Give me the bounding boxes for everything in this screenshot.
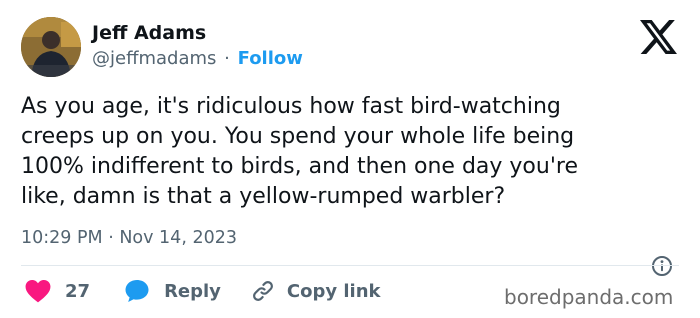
copy-link-label: Copy link bbox=[286, 280, 381, 302]
author-meta: @jeffmadams · Follow bbox=[92, 48, 303, 69]
reply-button[interactable]: Reply bbox=[124, 279, 221, 303]
author-handle[interactable]: @jeffmadams bbox=[92, 48, 216, 69]
speech-bubble-icon bbox=[125, 280, 149, 302]
author-name[interactable]: Jeff Adams bbox=[92, 22, 206, 44]
reply-label: Reply bbox=[164, 280, 221, 302]
separator-dot: · bbox=[224, 48, 230, 69]
avatar[interactable] bbox=[21, 17, 81, 77]
copy-link-button[interactable]: Copy link bbox=[251, 279, 381, 303]
divider bbox=[21, 265, 679, 266]
like-button[interactable]: 27 bbox=[21, 279, 90, 303]
action-bar: 27 Reply Copy link bbox=[21, 278, 381, 304]
x-logo-icon[interactable] bbox=[640, 20, 677, 54]
tweet-text: As you age, it's ridiculous how fast bir… bbox=[21, 94, 578, 209]
avatar-image bbox=[21, 17, 81, 77]
info-icon[interactable] bbox=[651, 255, 673, 277]
tweet-timestamp[interactable]: 10:29 PM · Nov 14, 2023 bbox=[21, 228, 237, 248]
like-count: 27 bbox=[65, 280, 91, 302]
follow-button[interactable]: Follow bbox=[238, 48, 303, 69]
link-icon bbox=[252, 281, 273, 301]
watermark: boredpanda.com bbox=[504, 285, 674, 309]
heart-icon bbox=[25, 279, 51, 303]
